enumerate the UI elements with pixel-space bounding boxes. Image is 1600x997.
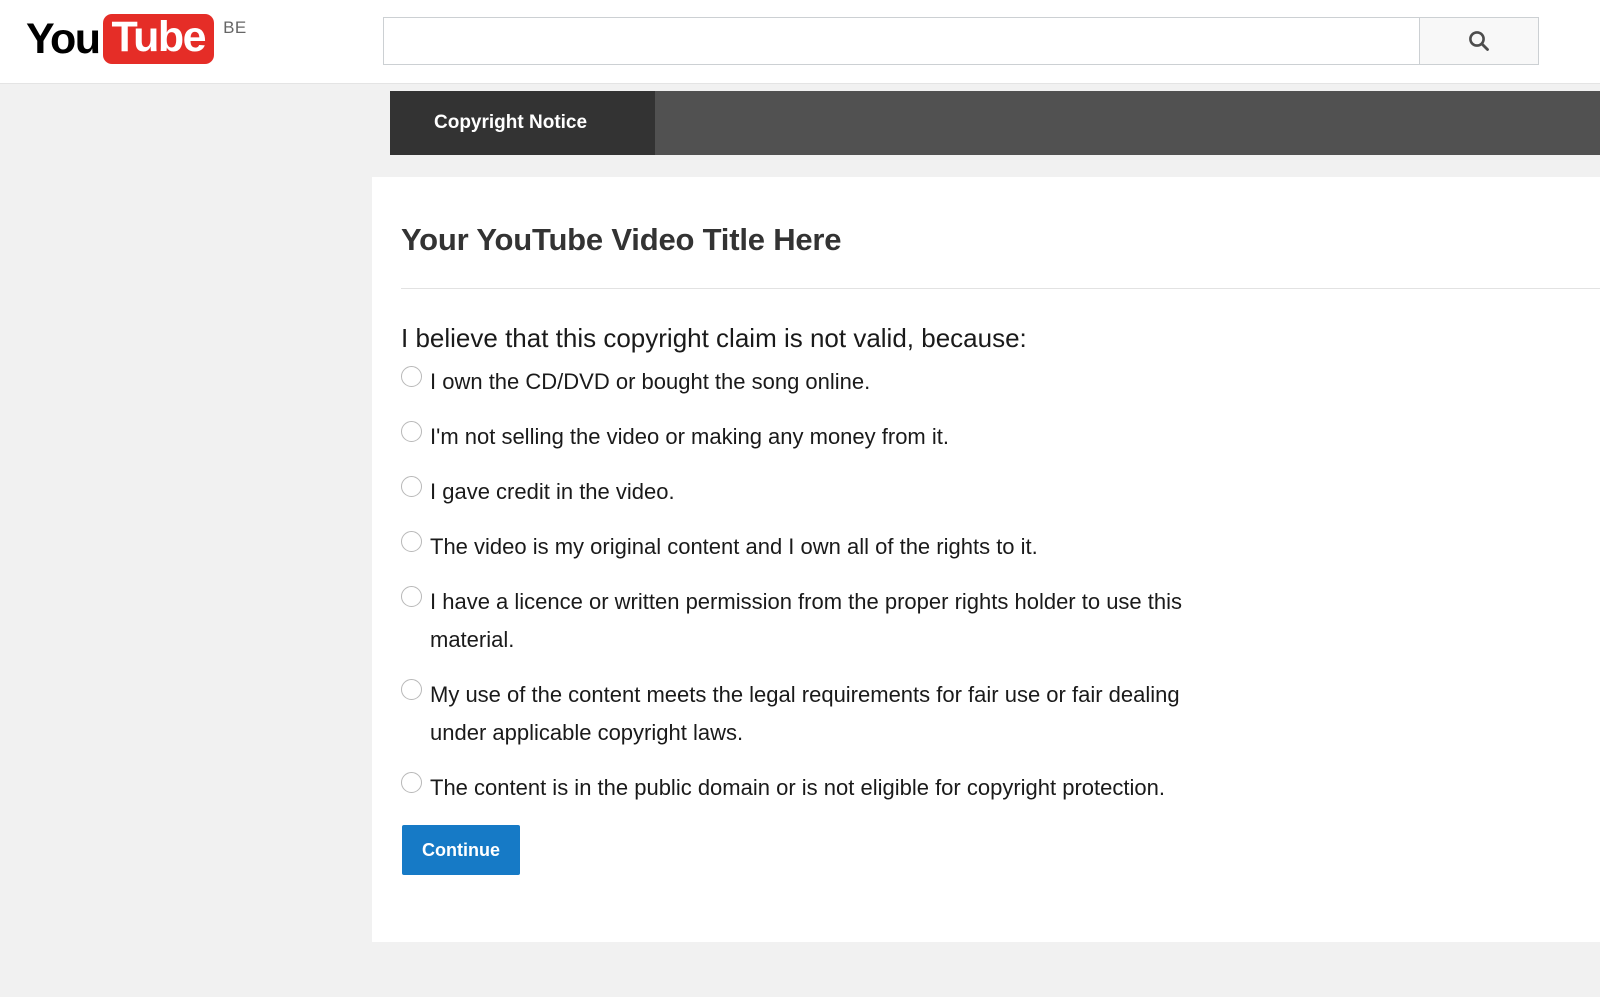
option-row[interactable]: I have a licence or written permission f… bbox=[401, 583, 1401, 659]
radio-button-icon[interactable] bbox=[401, 679, 422, 700]
option-row[interactable]: My use of the content meets the legal re… bbox=[401, 676, 1401, 752]
dispute-reason-options: I own the CD/DVD or bought the song onli… bbox=[401, 363, 1401, 824]
tab-label: Copyright Notice bbox=[434, 112, 588, 133]
radio-button-icon[interactable] bbox=[401, 476, 422, 497]
radio-button-icon[interactable] bbox=[401, 421, 422, 442]
content-panel: Your YouTube Video Title Here I believe … bbox=[372, 177, 1600, 942]
logo-tube-text: Tube bbox=[102, 14, 215, 64]
option-row[interactable]: I gave credit in the video. bbox=[401, 473, 1401, 511]
option-label: My use of the content meets the legal re… bbox=[430, 682, 1180, 745]
radio-button-icon[interactable] bbox=[401, 772, 422, 793]
option-row[interactable]: I'm not selling the video or making any … bbox=[401, 418, 1401, 456]
radio-button-icon[interactable] bbox=[401, 586, 422, 607]
option-label: The video is my original content and I o… bbox=[430, 534, 1038, 559]
tab-bar: Copyright Notice bbox=[390, 91, 1600, 155]
title-divider bbox=[401, 288, 1600, 289]
option-label: I gave credit in the video. bbox=[430, 479, 675, 504]
option-label: The content is in the public domain or i… bbox=[430, 775, 1165, 800]
radio-button-icon[interactable] bbox=[401, 531, 422, 552]
search-button[interactable] bbox=[1419, 17, 1539, 65]
tab-copyright-notice[interactable]: Copyright Notice bbox=[390, 91, 655, 155]
dispute-reason-question: I believe that this copyright claim is n… bbox=[401, 323, 1027, 353]
option-label: I have a licence or written permission f… bbox=[430, 589, 1183, 652]
search-icon bbox=[1466, 28, 1492, 54]
option-row[interactable]: I own the CD/DVD or bought the song onli… bbox=[401, 363, 1401, 401]
video-title: Your YouTube Video Title Here bbox=[401, 222, 842, 257]
masthead: You Tube BE bbox=[0, 0, 1600, 84]
option-row[interactable]: The video is my original content and I o… bbox=[401, 528, 1401, 566]
search-input[interactable] bbox=[383, 17, 1419, 65]
youtube-logo[interactable]: You Tube BE bbox=[26, 13, 247, 71]
option-label: I own the CD/DVD or bought the song onli… bbox=[430, 369, 871, 394]
option-label: I'm not selling the video or making any … bbox=[430, 424, 949, 449]
option-row[interactable]: The content is in the public domain or i… bbox=[401, 769, 1401, 807]
logo-country-code: BE bbox=[223, 18, 247, 37]
logo-you-text: You bbox=[26, 14, 101, 63]
logo-wordmark: You Tube bbox=[26, 13, 215, 65]
continue-button[interactable]: Continue bbox=[402, 825, 520, 875]
search-bar bbox=[383, 17, 1539, 65]
radio-button-icon[interactable] bbox=[401, 366, 422, 387]
